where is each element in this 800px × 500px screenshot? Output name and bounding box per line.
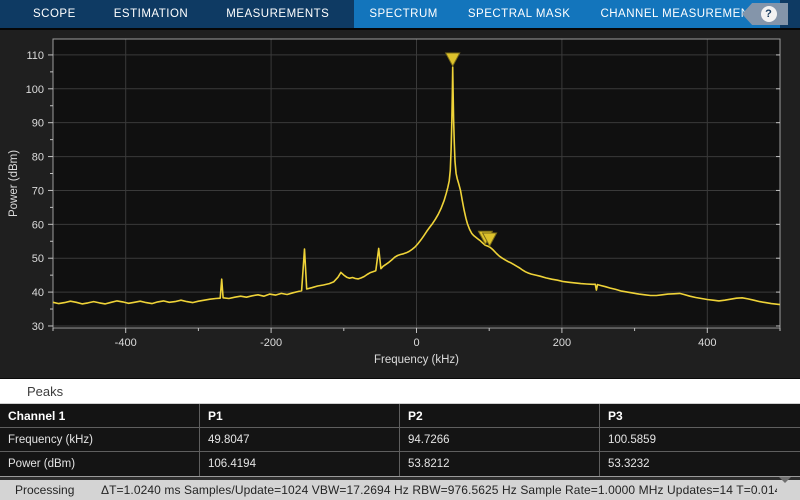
collapse-statusbar-icon[interactable] (779, 483, 793, 497)
status-state-label: Processing (0, 483, 101, 497)
tab-group-active: SPECTRUMSPECTRAL MASKCHANNEL MEASUREMENT… (354, 0, 780, 28)
peaks-col-header: P3 (600, 404, 800, 428)
svg-text:70: 70 (32, 185, 44, 197)
toolstrip-tab-bar: SCOPEESTIMATIONMEASUREMENTS SPECTRUMSPEC… (0, 0, 800, 28)
peaks-table: Channel 1 P1 P2 P3 Frequency (kHz) 49.80… (0, 403, 800, 477)
svg-text:200: 200 (553, 337, 571, 349)
status-parameters: ΔT=1.0240 ms Samples/Update=1024 VBW=17.… (101, 483, 777, 497)
svg-text:30: 30 (32, 321, 44, 333)
peaks-col-header: P2 (400, 404, 600, 428)
y-axis-label: Power (dBm) (8, 150, 20, 217)
svg-text:100: 100 (26, 84, 44, 96)
peaks-col-header: Channel 1 (0, 404, 200, 428)
status-bar: Processing ΔT=1.0240 ms Samples/Update=1… (0, 480, 800, 500)
tab-scope[interactable]: SCOPE (14, 0, 95, 28)
svg-text:110: 110 (26, 50, 44, 62)
tab-measurements[interactable]: MEASUREMENTS (207, 0, 348, 28)
spectrum-display-panel: 30 40 50 60 70 80 90 100 110 -400 -200 0 200 400 Frequ… (0, 28, 800, 378)
tab-spectral-mask[interactable]: SPECTRAL MASK (453, 0, 586, 28)
help-icon: ? (761, 6, 777, 22)
peak-frequency-value: 100.5859 (600, 428, 800, 452)
tab-group-inactive: SCOPEESTIMATIONMEASUREMENTS (0, 0, 348, 28)
peak-power-value: 53.3232 (600, 452, 800, 476)
svg-text:-400: -400 (115, 337, 137, 349)
svg-text:0: 0 (413, 337, 419, 349)
peak-frequency-value: 94.7266 (400, 428, 600, 452)
tab-spectrum[interactable]: SPECTRUM (354, 0, 453, 28)
peaks-row-label: Frequency (kHz) (0, 428, 200, 452)
tab-estimation[interactable]: ESTIMATION (95, 0, 207, 28)
svg-text:-200: -200 (260, 337, 282, 349)
peaks-panel-header: Peaks (0, 378, 800, 403)
svg-text:90: 90 (32, 118, 44, 130)
svg-text:60: 60 (32, 219, 44, 231)
peak-frequency-value: 49.8047 (200, 428, 400, 452)
spectrum-chart[interactable]: 30 40 50 60 70 80 90 100 110 -400 -200 0 200 400 Frequ… (0, 30, 800, 378)
peaks-row-label: Power (dBm) (0, 452, 200, 476)
peak-power-value: 53.8212 (400, 452, 600, 476)
peaks-col-header: P1 (200, 404, 400, 428)
peaks-panel-title: Peaks (27, 384, 63, 399)
svg-text:50: 50 (32, 253, 44, 265)
peak-power-value: 106.4194 (200, 452, 400, 476)
svg-text:400: 400 (698, 337, 716, 349)
x-axis-label: Frequency (kHz) (374, 354, 459, 366)
svg-text:80: 80 (32, 152, 44, 164)
svg-text:40: 40 (32, 287, 44, 299)
